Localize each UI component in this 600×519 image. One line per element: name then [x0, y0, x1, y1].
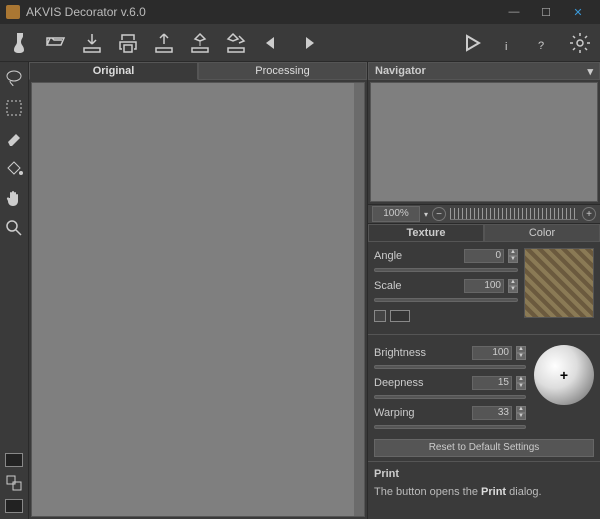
svg-text:i: i: [505, 41, 507, 53]
navigator-preview[interactable]: [370, 82, 598, 202]
hand-tool-icon[interactable]: [4, 188, 24, 208]
publish-button[interactable]: [186, 29, 214, 57]
vase-icon[interactable]: [6, 29, 34, 57]
tab-texture[interactable]: Texture: [368, 224, 484, 242]
lasso-tool-icon[interactable]: [4, 68, 24, 88]
brightness-slider[interactable]: [374, 365, 526, 369]
deepness-label: Deepness: [374, 377, 468, 389]
deepness-stepper[interactable]: ▲▼: [516, 376, 526, 390]
close-button[interactable]: ✕: [562, 0, 594, 24]
background-swatch[interactable]: [5, 499, 23, 513]
tab-color[interactable]: Color: [484, 224, 600, 242]
zoom-dropdown-icon[interactable]: ▾: [424, 210, 428, 219]
texture-preview[interactable]: [524, 248, 594, 318]
colorize-swatch[interactable]: [390, 310, 410, 322]
eraser-tool-icon[interactable]: [4, 128, 24, 148]
scale-slider[interactable]: [374, 298, 518, 302]
help-title: Print: [374, 468, 594, 480]
help-text: The button opens the Print dialog.: [374, 486, 594, 498]
zoom-value[interactable]: 100%: [372, 206, 420, 222]
bucket-tool-icon[interactable]: [4, 158, 24, 178]
window-title: AKVIS Decorator v.6.0: [26, 5, 498, 19]
save-button[interactable]: [78, 29, 106, 57]
brightness-label: Brightness: [374, 347, 468, 359]
export-button[interactable]: [150, 29, 178, 57]
brightness-input[interactable]: 100: [472, 346, 512, 360]
colorize-checkbox[interactable]: [374, 310, 386, 322]
zoom-out-button[interactable]: −: [432, 207, 446, 221]
scale-label: Scale: [374, 280, 460, 292]
warping-label: Warping: [374, 407, 468, 419]
main-toolbar: i ?: [0, 24, 600, 62]
run-button[interactable]: [458, 29, 486, 57]
zoom-tool-icon[interactable]: [4, 218, 24, 238]
reset-defaults-button[interactable]: Reset to Default Settings: [374, 439, 594, 457]
warping-input[interactable]: 33: [472, 406, 512, 420]
scale-stepper[interactable]: ▲▼: [508, 279, 518, 293]
zoom-in-button[interactable]: +: [582, 207, 596, 221]
svg-text:?: ?: [538, 40, 544, 52]
zoom-slider[interactable]: [450, 208, 578, 220]
chevron-down-icon: ▾: [587, 65, 593, 78]
swap-colors-icon[interactable]: [4, 473, 24, 493]
warping-slider[interactable]: [374, 425, 526, 429]
color-picker-sphere[interactable]: +: [534, 345, 594, 405]
deepness-slider[interactable]: [374, 395, 526, 399]
deepness-input[interactable]: 15: [472, 376, 512, 390]
tab-processing[interactable]: Processing: [198, 62, 367, 80]
help-panel: Print The button opens the Print dialog.: [368, 461, 600, 504]
info-button[interactable]: i: [494, 29, 522, 57]
angle-slider[interactable]: [374, 268, 518, 272]
settings-button[interactable]: [566, 29, 594, 57]
batch-button[interactable]: [222, 29, 250, 57]
canvas-scrollbar[interactable]: [354, 83, 364, 516]
image-canvas[interactable]: [31, 82, 365, 517]
app-logo-icon: [6, 5, 20, 19]
angle-stepper[interactable]: ▲▼: [508, 249, 518, 263]
help-button[interactable]: ?: [530, 29, 558, 57]
minimize-button[interactable]: —: [498, 0, 530, 24]
navigator-title: Navigator: [375, 65, 426, 77]
right-panel: Navigator ▾ 100% ▾ − + Texture Color Ang…: [368, 62, 600, 519]
foreground-swatch[interactable]: [5, 453, 23, 467]
navigator-header[interactable]: Navigator ▾: [368, 62, 600, 80]
titlebar: AKVIS Decorator v.6.0 — ☐ ✕: [0, 0, 600, 24]
plus-icon: +: [560, 367, 568, 383]
marquee-tool-icon[interactable]: [4, 98, 24, 118]
open-file-button[interactable]: [42, 29, 70, 57]
warping-stepper[interactable]: ▲▼: [516, 406, 526, 420]
print-button[interactable]: [114, 29, 142, 57]
undo-button[interactable]: [258, 29, 286, 57]
canvas-area: Original Processing: [28, 62, 368, 519]
tools-sidebar: [0, 62, 28, 519]
redo-button[interactable]: [294, 29, 322, 57]
angle-label: Angle: [374, 250, 460, 262]
tab-original[interactable]: Original: [29, 62, 198, 80]
angle-input[interactable]: 0: [464, 249, 504, 263]
maximize-button[interactable]: ☐: [530, 0, 562, 24]
brightness-stepper[interactable]: ▲▼: [516, 346, 526, 360]
scale-input[interactable]: 100: [464, 279, 504, 293]
